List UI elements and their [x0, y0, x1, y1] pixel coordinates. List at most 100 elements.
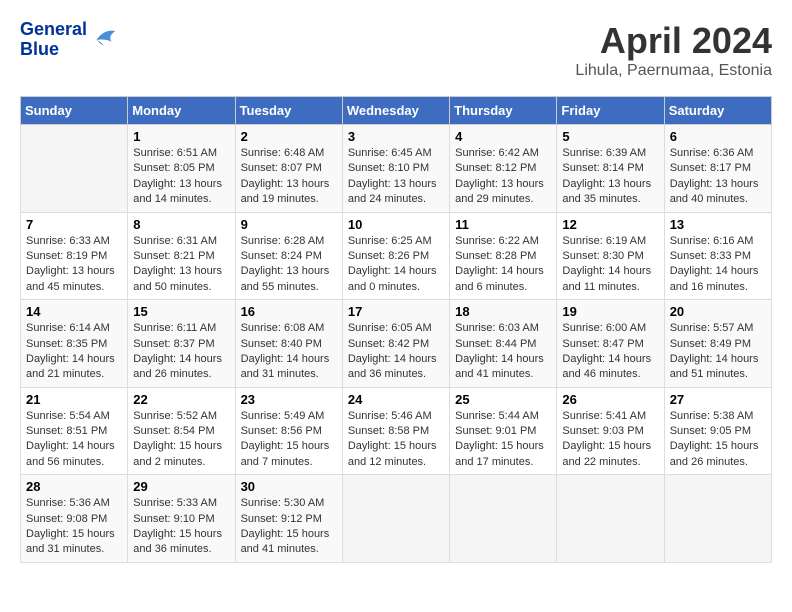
calendar-cell: [557, 475, 664, 563]
day-info: Sunrise: 6:14 AMSunset: 8:35 PMDaylight:…: [26, 321, 122, 383]
day-info: Sunrise: 5:44 AMSunset: 9:01 PMDaylight:…: [455, 409, 551, 471]
calendar-cell: 3Sunrise: 6:45 AMSunset: 8:10 PMDaylight…: [342, 125, 449, 213]
calendar-cell: 28Sunrise: 5:36 AMSunset: 9:08 PMDayligh…: [21, 475, 128, 563]
calendar-cell: 23Sunrise: 5:49 AMSunset: 8:56 PMDayligh…: [235, 387, 342, 475]
day-info: Sunrise: 6:16 AMSunset: 8:33 PMDaylight:…: [670, 234, 766, 296]
day-number: 3: [348, 129, 444, 144]
day-number: 22: [133, 392, 229, 407]
day-info: Sunrise: 6:05 AMSunset: 8:42 PMDaylight:…: [348, 321, 444, 383]
calendar-cell: 22 Sunrise: 5:52 AMSunset: 8:54 PMDayligh…: [128, 387, 235, 475]
calendar-cell: 11 Sunrise: 6:22 AMSunset: 8:28 PMDayligh…: [450, 212, 557, 300]
calendar-cell: 16 Sunrise: 6:08 AMSunset: 8:40 PMDayligh…: [235, 300, 342, 388]
calendar-cell: 14Sunrise: 6:14 AMSunset: 8:35 PMDayligh…: [21, 300, 128, 388]
calendar-cell: 26 Sunrise: 5:41 AMSunset: 9:03 PMDayligh…: [557, 387, 664, 475]
day-info: Sunrise: 5:38 AMSunset: 9:05 PMDaylight:…: [670, 409, 766, 471]
calendar-week-row: 7 Sunrise: 6:33 AMSunset: 8:19 PMDaylight…: [21, 212, 772, 300]
day-number: 23: [241, 392, 337, 407]
day-number: 19: [562, 304, 658, 319]
day-number: 15: [133, 304, 229, 319]
day-number: 11: [455, 217, 551, 232]
day-number: 9: [241, 217, 337, 232]
calendar-cell: 24 Sunrise: 5:46 AMSunset: 8:58 PMDayligh…: [342, 387, 449, 475]
calendar-day-header: Thursday: [450, 97, 557, 125]
day-info: Sunrise: 6:33 AMSunset: 8:19 PMDaylight:…: [26, 234, 122, 296]
calendar-cell: 21Sunrise: 5:54 AMSunset: 8:51 PMDayligh…: [21, 387, 128, 475]
day-number: 29: [133, 479, 229, 494]
logo-general: General: [20, 20, 87, 40]
day-number: 7: [26, 217, 122, 232]
calendar-day-header: Monday: [128, 97, 235, 125]
day-number: 30: [241, 479, 337, 494]
day-number: 1: [133, 129, 229, 144]
day-number: 27: [670, 392, 766, 407]
calendar-week-row: 14Sunrise: 6:14 AMSunset: 8:35 PMDayligh…: [21, 300, 772, 388]
calendar-day-header: Tuesday: [235, 97, 342, 125]
day-info: Sunrise: 5:46 AMSunset: 8:58 PMDaylight:…: [348, 409, 444, 471]
calendar-cell: [450, 475, 557, 563]
calendar-cell: 1 Sunrise: 6:51 AMSunset: 8:05 PMDaylight…: [128, 125, 235, 213]
calendar-cell: [664, 475, 771, 563]
day-info: Sunrise: 6:19 AMSunset: 8:30 PMDaylight:…: [562, 234, 658, 296]
day-number: 2: [241, 129, 337, 144]
calendar-cell: 8Sunrise: 6:31 AMSunset: 8:21 PMDaylight…: [128, 212, 235, 300]
calendar-cell: 5 Sunrise: 6:39 AMSunset: 8:14 PMDaylight…: [557, 125, 664, 213]
calendar-cell: 6 Sunrise: 6:36 AMSunset: 8:17 PMDaylight…: [664, 125, 771, 213]
calendar-week-row: 1 Sunrise: 6:51 AMSunset: 8:05 PMDaylight…: [21, 125, 772, 213]
day-info: Sunrise: 6:51 AMSunset: 8:05 PMDaylight:…: [133, 146, 229, 208]
day-info: Sunrise: 5:36 AMSunset: 9:08 PMDaylight:…: [26, 496, 122, 558]
day-number: 18: [455, 304, 551, 319]
day-number: 6: [670, 129, 766, 144]
day-number: 26: [562, 392, 658, 407]
calendar-cell: 10Sunrise: 6:25 AMSunset: 8:26 PMDayligh…: [342, 212, 449, 300]
logo: General Blue: [20, 20, 119, 60]
calendar-cell: 7 Sunrise: 6:33 AMSunset: 8:19 PMDaylight…: [21, 212, 128, 300]
logo-text: General Blue: [20, 20, 87, 60]
logo-bird-icon: [89, 25, 119, 55]
day-info: Sunrise: 6:48 AMSunset: 8:07 PMDaylight:…: [241, 146, 337, 208]
day-number: 17: [348, 304, 444, 319]
calendar-cell: 2 Sunrise: 6:48 AMSunset: 8:07 PMDaylight…: [235, 125, 342, 213]
day-info: Sunrise: 6:22 AMSunset: 8:28 PMDaylight:…: [455, 234, 551, 296]
calendar-week-row: 28Sunrise: 5:36 AMSunset: 9:08 PMDayligh…: [21, 475, 772, 563]
calendar-day-header: Sunday: [21, 97, 128, 125]
day-info: Sunrise: 5:52 AMSunset: 8:54 PMDaylight:…: [133, 409, 229, 471]
day-info: Sunrise: 6:11 AMSunset: 8:37 PMDaylight:…: [133, 321, 229, 383]
day-number: 13: [670, 217, 766, 232]
calendar-header-row: SundayMondayTuesdayWednesdayThursdayFrid…: [21, 97, 772, 125]
calendar-cell: 19 Sunrise: 6:00 AMSunset: 8:47 PMDayligh…: [557, 300, 664, 388]
calendar-cell: [21, 125, 128, 213]
calendar-cell: 27 Sunrise: 5:38 AMSunset: 9:05 PMDayligh…: [664, 387, 771, 475]
day-info: Sunrise: 6:36 AMSunset: 8:17 PMDaylight:…: [670, 146, 766, 208]
calendar-cell: 13 Sunrise: 6:16 AMSunset: 8:33 PMDayligh…: [664, 212, 771, 300]
day-number: 16: [241, 304, 337, 319]
page-subtitle: Lihula, Paernumaa, Estonia: [575, 62, 772, 80]
day-number: 4: [455, 129, 551, 144]
day-number: 10: [348, 217, 444, 232]
day-info: Sunrise: 5:41 AMSunset: 9:03 PMDaylight:…: [562, 409, 658, 471]
day-info: Sunrise: 6:39 AMSunset: 8:14 PMDaylight:…: [562, 146, 658, 208]
day-number: 20: [670, 304, 766, 319]
day-number: 12: [562, 217, 658, 232]
day-info: Sunrise: 5:30 AMSunset: 9:12 PMDaylight:…: [241, 496, 337, 558]
calendar-cell: 17 Sunrise: 6:05 AMSunset: 8:42 PMDayligh…: [342, 300, 449, 388]
calendar-cell: 20Sunrise: 5:57 AMSunset: 8:49 PMDayligh…: [664, 300, 771, 388]
calendar-cell: 4Sunrise: 6:42 AMSunset: 8:12 PMDaylight…: [450, 125, 557, 213]
day-number: 5: [562, 129, 658, 144]
day-number: 24: [348, 392, 444, 407]
calendar-cell: 30 Sunrise: 5:30 AMSunset: 9:12 PMDayligh…: [235, 475, 342, 563]
day-info: Sunrise: 6:08 AMSunset: 8:40 PMDaylight:…: [241, 321, 337, 383]
day-info: Sunrise: 6:28 AMSunset: 8:24 PMDaylight:…: [241, 234, 337, 296]
day-info: Sunrise: 5:54 AMSunset: 8:51 PMDaylight:…: [26, 409, 122, 471]
day-number: 25: [455, 392, 551, 407]
page-title: April 2024: [575, 20, 772, 62]
day-info: Sunrise: 6:31 AMSunset: 8:21 PMDaylight:…: [133, 234, 229, 296]
calendar-cell: 12 Sunrise: 6:19 AMSunset: 8:30 PMDayligh…: [557, 212, 664, 300]
title-section: April 2024 Lihula, Paernumaa, Estonia: [575, 20, 772, 80]
calendar-table: SundayMondayTuesdayWednesdayThursdayFrid…: [20, 96, 772, 563]
day-info: Sunrise: 6:03 AMSunset: 8:44 PMDaylight:…: [455, 321, 551, 383]
calendar-cell: [342, 475, 449, 563]
page-header: General Blue April 2024 Lihula, Paernuma…: [20, 20, 772, 80]
calendar-cell: 18 Sunrise: 6:03 AMSunset: 8:44 PMDayligh…: [450, 300, 557, 388]
calendar-cell: 9 Sunrise: 6:28 AMSunset: 8:24 PMDaylight…: [235, 212, 342, 300]
day-info: Sunrise: 6:00 AMSunset: 8:47 PMDaylight:…: [562, 321, 658, 383]
